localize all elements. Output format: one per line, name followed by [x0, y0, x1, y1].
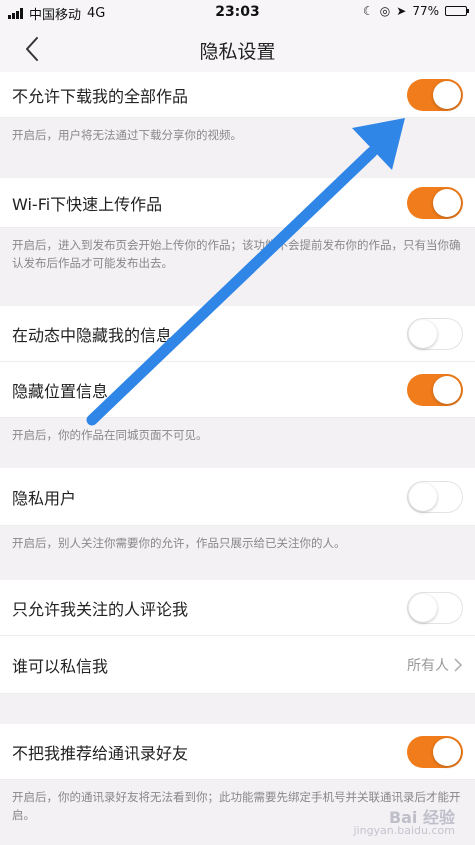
status-right: ☾ ◎ ➤ 77% — [363, 4, 469, 18]
watermark-url: jingyan.baidu.com — [353, 824, 455, 837]
setting-note: 开启后，别人关注你需要你的允许，作品只展示给已关注你的人。 — [12, 536, 346, 550]
private-user-toggle[interactable] — [407, 480, 463, 513]
section-gap — [0, 694, 475, 724]
setting-label: 在动态中隐藏我的信息 — [12, 325, 173, 345]
lock-rotation-icon: ◎ — [379, 4, 391, 18]
location-icon: ➤ — [396, 4, 407, 18]
comment-permission-toggle[interactable] — [407, 591, 463, 624]
setting-label: 隐藏位置信息 — [12, 381, 109, 401]
toggle-knob — [433, 737, 461, 766]
setting-row-who-can-message[interactable]: 谁可以私信我 所有人 — [0, 636, 475, 694]
battery-percent: 77% — [412, 4, 439, 18]
setting-label: Wi-Fi下快速上传作品 — [12, 194, 163, 214]
setting-row-comment-permission: 只允许我关注的人评论我 — [0, 580, 475, 636]
wifi-upload-toggle[interactable] — [407, 186, 463, 219]
disable-download-toggle[interactable] — [407, 78, 463, 111]
setting-note: 开启后，进入到发布页会开始上传你的作品；该功能不会提前发布你的作品，只有当你确认… — [12, 238, 461, 270]
page-title: 隐私设置 — [199, 41, 276, 63]
settings-list: 不允许下载我的全部作品 开启后，用户将无法通过下载分享你的视频。 Wi-Fi下快… — [0, 72, 475, 844]
toggle-knob — [409, 482, 437, 511]
section-gap — [0, 296, 475, 306]
toggle-knob — [433, 188, 461, 217]
setting-label: 隐私用户 — [12, 488, 77, 508]
status-bar: 中国移动 4G 23:03 ☾ ◎ ➤ 77% — [0, 0, 475, 24]
setting-row-disable-download: 不允许下载我的全部作品 — [0, 72, 475, 118]
toggle-knob — [409, 319, 437, 348]
setting-label: 不把我推荐给通讯录好友 — [12, 743, 189, 763]
hide-in-feed-toggle[interactable] — [407, 317, 463, 350]
setting-row-hide-location: 隐藏位置信息 — [0, 362, 475, 418]
setting-row-hide-in-feed: 在动态中隐藏我的信息 — [0, 306, 475, 362]
setting-label: 谁可以私信我 — [12, 656, 109, 676]
setting-note: 开启后，用户将无法通过下载分享你的视频。 — [12, 128, 242, 142]
setting-row-wifi-upload: Wi-Fi下快速上传作品 — [0, 178, 475, 228]
setting-label: 不允许下载我的全部作品 — [12, 86, 189, 106]
section-gap — [0, 570, 475, 580]
toggle-knob — [433, 375, 461, 404]
setting-row-hide-from-contacts: 不把我推荐给通讯录好友 — [0, 724, 475, 780]
nav-bar: 隐私设置 — [0, 24, 475, 74]
hide-from-contacts-toggle[interactable] — [407, 735, 463, 768]
setting-note: 开启后，你的作品在同城页面不可见。 — [12, 428, 208, 442]
message-permission-value: 所有人 — [407, 657, 449, 674]
chevron-right-icon — [454, 657, 463, 672]
setting-row-private-user: 隐私用户 — [0, 468, 475, 526]
section-gap — [0, 458, 475, 468]
watermark: Bai 经验 jingyan.baidu.com — [353, 808, 455, 838]
toggle-knob — [409, 593, 437, 622]
toggle-knob — [433, 80, 461, 109]
watermark-logo: Bai 经验 — [388, 808, 455, 827]
setting-label: 只允许我关注的人评论我 — [12, 599, 189, 619]
hide-location-toggle[interactable] — [407, 373, 463, 406]
battery-icon — [445, 6, 469, 16]
moon-icon: ☾ — [363, 4, 374, 18]
message-permission-selector[interactable]: 所有人 — [407, 655, 463, 675]
